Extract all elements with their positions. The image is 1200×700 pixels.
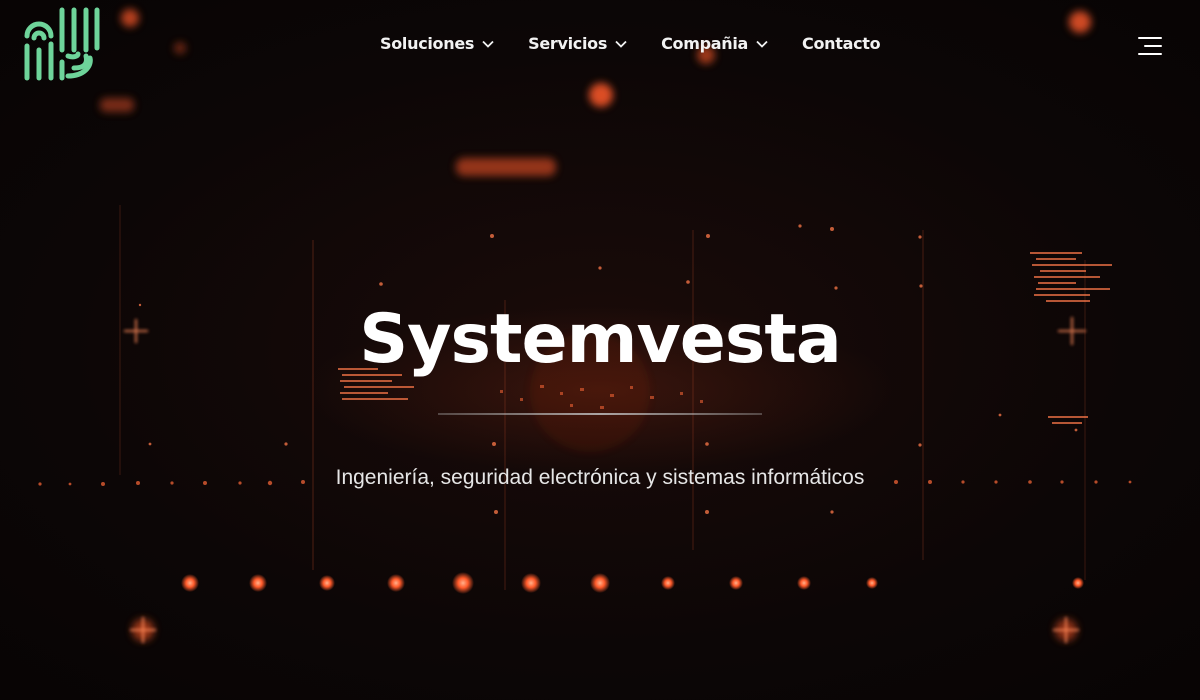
nav-item-label: Contacto bbox=[802, 34, 881, 53]
hero-subtitle: Ingeniería, seguridad electrónica y sist… bbox=[335, 466, 865, 489]
title-divider bbox=[438, 413, 762, 415]
nav-item-contacto[interactable]: Contacto bbox=[802, 34, 881, 53]
nav-item-label: Compañia bbox=[661, 34, 749, 53]
fingerprint-logo-icon[interactable] bbox=[22, 6, 100, 84]
nav-item-servicios[interactable]: Servicios bbox=[528, 34, 627, 53]
chevron-down-icon bbox=[615, 40, 627, 48]
chevron-down-icon bbox=[756, 40, 768, 48]
chevron-down-icon bbox=[482, 40, 494, 48]
nav-item-soluciones[interactable]: Soluciones bbox=[380, 34, 494, 53]
main-nav: Soluciones Servicios Compañia Contacto bbox=[380, 34, 881, 53]
page-title: Systemvesta bbox=[359, 300, 842, 379]
nav-item-label: Servicios bbox=[528, 34, 608, 53]
hero-section: Soluciones Servicios Compañia Contacto S… bbox=[0, 0, 1200, 700]
menu-icon[interactable] bbox=[1138, 37, 1162, 57]
nav-item-compania[interactable]: Compañia bbox=[661, 34, 768, 53]
nav-item-label: Soluciones bbox=[380, 34, 475, 53]
